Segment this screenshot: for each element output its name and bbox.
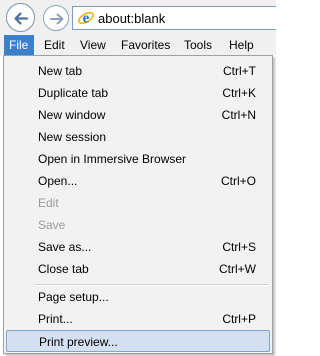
menu-item-label: New session — [38, 130, 107, 144]
menu-item-label: Duplicate tab — [38, 86, 109, 100]
back-arrow-icon — [14, 12, 29, 25]
menu-item-label: New window — [38, 108, 106, 122]
menu-item-print-preview[interactable]: Print preview... — [6, 330, 270, 352]
menu-file[interactable]: File — [4, 35, 34, 55]
menu-item-close-tab[interactable]: Close tab Ctrl+W — [6, 258, 270, 280]
menu-bar: File Edit View Favorites Tools Help — [0, 35, 276, 55]
menu-item-new-session[interactable]: New session — [6, 126, 270, 148]
menu-item-label: Print... — [38, 312, 73, 326]
forward-button[interactable] — [43, 5, 69, 31]
address-bar[interactable]: e about:blank — [72, 6, 276, 30]
menu-item-label: Save — [38, 218, 66, 232]
menu-item-shortcut: Ctrl+N — [221, 108, 256, 122]
menu-item-save: Save — [6, 214, 270, 236]
menu-item-print[interactable]: Print... Ctrl+P — [6, 308, 270, 330]
menu-item-shortcut: Ctrl+P — [222, 312, 256, 326]
menu-item-label: Page setup... — [38, 290, 109, 304]
file-menu-dropdown: New tab Ctrl+T Duplicate tab Ctrl+K New … — [3, 55, 273, 354]
menu-item-page-setup[interactable]: Page setup... — [6, 286, 270, 308]
menu-item-label: Save as... — [38, 240, 92, 254]
menu-item-shortcut: Ctrl+K — [222, 86, 256, 100]
menu-item-label: Print preview... — [39, 335, 118, 349]
menu-item-open-immersive[interactable]: Open in Immersive Browser — [6, 148, 270, 170]
menu-help[interactable]: Help — [224, 35, 259, 55]
menu-item-shortcut: Ctrl+W — [219, 262, 256, 276]
menu-edit[interactable]: Edit — [39, 35, 70, 55]
menu-item-label: Open in Immersive Browser — [38, 152, 187, 166]
menu-item-label: Edit — [38, 196, 59, 210]
menu-item-label: New tab — [38, 64, 83, 78]
menu-item-new-tab[interactable]: New tab Ctrl+T — [6, 60, 270, 82]
menu-item-new-window[interactable]: New window Ctrl+N — [6, 104, 270, 126]
menu-item-edit: Edit — [6, 192, 270, 214]
svg-text:e: e — [83, 11, 90, 27]
menu-tools[interactable]: Tools — [179, 35, 217, 55]
menu-item-label: Close tab — [38, 262, 89, 276]
address-url: about:blank — [98, 11, 166, 26]
menu-item-shortcut: Ctrl+O — [220, 174, 256, 188]
menu-item-duplicate-tab[interactable]: Duplicate tab Ctrl+K — [6, 82, 270, 104]
navigation-bar: e about:blank — [0, 0, 276, 35]
menu-item-shortcut: Ctrl+T — [223, 64, 256, 78]
back-button[interactable] — [6, 3, 35, 32]
forward-arrow-icon — [50, 13, 64, 25]
menu-favorites[interactable]: Favorites — [116, 35, 175, 55]
menu-item-open[interactable]: Open... Ctrl+O — [6, 170, 270, 192]
ie-logo-icon: e — [77, 11, 95, 27]
menu-item-save-as[interactable]: Save as... Ctrl+S — [6, 236, 270, 258]
menu-item-label: Open... — [38, 174, 78, 188]
menu-item-shortcut: Ctrl+S — [222, 240, 256, 254]
menu-view[interactable]: View — [75, 35, 111, 55]
